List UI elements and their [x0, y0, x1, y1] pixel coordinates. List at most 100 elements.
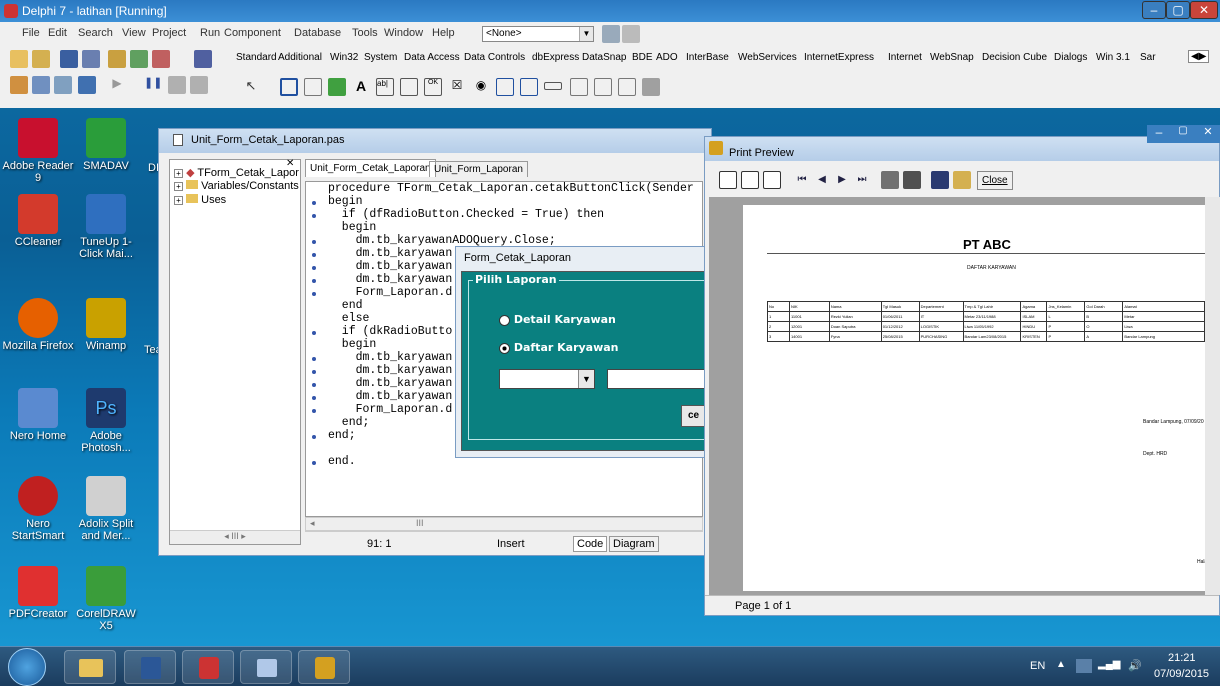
panel-icon[interactable] [618, 78, 636, 96]
radio-unchecked-icon[interactable] [499, 314, 510, 326]
desktop-icon-smadav[interactable]: SMADAV [70, 118, 142, 172]
signal-icon[interactable]: ▂▄▆ [1098, 659, 1120, 670]
preview-scroll-area[interactable]: PT ABC DAFTAR KARYAWAN No NIK Nama Tgl M… [709, 197, 1220, 595]
last-page-icon[interactable]: ⏭ [853, 171, 871, 189]
clock-date[interactable]: 07/09/2015 [1154, 668, 1209, 680]
button-icon[interactable]: OK [424, 78, 442, 96]
step-over-icon[interactable] [190, 76, 208, 94]
label-icon[interactable]: A [352, 78, 370, 96]
tree-item[interactable]: + Variables/Constants [174, 180, 299, 192]
menu-database[interactable]: Database [294, 27, 341, 39]
tab-win31[interactable]: Win 3.1 [1096, 52, 1130, 63]
desktop-icon-firefox[interactable]: Mozilla Firefox [2, 298, 74, 352]
breakpoint-gutter-dot[interactable] [312, 461, 316, 465]
tab-unit-form-cetak-laporan[interactable]: Unit_Form_Cetak_Laporan [305, 159, 436, 177]
new-form-icon[interactable] [78, 76, 96, 94]
maximize-button[interactable]: ▢ [1166, 1, 1190, 19]
pause-icon[interactable]: ❚❚ [144, 76, 162, 94]
breakpoint-gutter-dot[interactable] [312, 383, 316, 387]
whole-page-icon[interactable] [719, 171, 737, 189]
minimize-button[interactable]: – [1147, 125, 1171, 143]
desktop-icon-adolix[interactable]: Adolix Split and Mer... [70, 476, 142, 542]
menu-file[interactable]: File [22, 27, 40, 39]
language-indicator[interactable]: EN [1030, 660, 1045, 672]
detail-karyawan-radio[interactable]: Detail Karyawan [499, 313, 616, 326]
breakpoint-gutter-dot[interactable] [312, 396, 316, 400]
minimize-button[interactable]: – [1142, 1, 1166, 19]
menu-project[interactable]: Project [152, 27, 186, 39]
page-width-icon[interactable] [741, 171, 759, 189]
desktop-icon-adobe-reader[interactable]: Adobe Reader 9 [2, 118, 74, 184]
frame-icon[interactable] [280, 78, 298, 96]
tab-dbexpress[interactable]: dbExpress [532, 52, 579, 63]
volume-icon[interactable]: 🔊 [1128, 659, 1142, 672]
tab-standard[interactable]: Standard [236, 52, 277, 63]
expand-icon[interactable]: + [174, 182, 183, 191]
save-icon[interactable] [60, 50, 78, 68]
breakpoint-gutter-dot[interactable] [312, 409, 316, 413]
view-form-icon[interactable] [32, 76, 50, 94]
tree-hscrollbar[interactable]: ◂ III ▸ [170, 530, 300, 544]
tab-bde[interactable]: BDE [632, 52, 653, 63]
breakpoint-gutter-dot[interactable] [312, 279, 316, 283]
radiogroup-icon[interactable] [594, 78, 612, 96]
zoom-100-icon[interactable] [763, 171, 781, 189]
maximize-button[interactable]: ▢ [1171, 125, 1195, 143]
open-report-icon[interactable] [953, 171, 971, 189]
tab-samples[interactable]: Sar [1140, 52, 1156, 63]
close-button[interactable]: ✕ [1190, 1, 1218, 19]
show-hidden-icons-icon[interactable]: ▲ [1056, 659, 1066, 670]
listbox-icon[interactable] [496, 78, 514, 96]
taskbar-word-button[interactable] [124, 650, 176, 684]
print-icon[interactable] [903, 171, 921, 189]
breakpoint-gutter-dot[interactable] [312, 292, 316, 296]
menu-window[interactable]: Window [384, 27, 423, 39]
first-page-icon[interactable]: ⏮ [793, 171, 811, 189]
breakpoint-gutter-dot[interactable] [312, 357, 316, 361]
tab-webservices[interactable]: WebServices [738, 52, 797, 63]
tab-system[interactable]: System [364, 52, 397, 63]
menu-run[interactable]: Run [200, 27, 220, 39]
palette-scroll-icon[interactable]: ◀▶ [1188, 50, 1210, 63]
menu-edit[interactable]: Edit [48, 27, 67, 39]
desktop-combo[interactable]: <None> ▼ [482, 26, 594, 42]
tab-diagram[interactable]: Diagram [609, 536, 659, 552]
desktop-icon-winamp[interactable]: Winamp [70, 298, 142, 352]
desktop-icon-photoshop[interactable]: Ps Adobe Photosh... [70, 388, 142, 454]
expand-icon[interactable]: + [174, 196, 183, 205]
vertical-scrollbar[interactable] [1205, 197, 1220, 595]
edit-icon[interactable]: ab| [376, 78, 394, 96]
taskbar-delphi-button[interactable] [182, 650, 234, 684]
filter-combobox[interactable]: ▼ [499, 369, 595, 389]
radio-checked-icon[interactable] [499, 342, 510, 354]
breakpoint-gutter-dot[interactable] [312, 331, 316, 335]
tab-dialogs[interactable]: Dialogs [1054, 52, 1087, 63]
main-menu-icon[interactable] [304, 78, 322, 96]
tab-code[interactable]: Code [573, 536, 608, 552]
breakpoint-gutter-dot[interactable] [312, 370, 316, 374]
help-icon[interactable] [194, 50, 212, 68]
tab-decision-cube[interactable]: Decision Cube [982, 52, 1047, 63]
tab-win32[interactable]: Win32 [330, 52, 358, 63]
tree-item[interactable]: + ◆ TForm_Cetak_Lapor [174, 166, 299, 179]
printer-setup-icon[interactable] [881, 171, 899, 189]
taskbar-form-button[interactable] [240, 650, 292, 684]
menu-help[interactable]: Help [432, 27, 455, 39]
save-all-icon[interactable] [82, 50, 100, 68]
popup-menu-icon[interactable] [328, 78, 346, 96]
view-unit-icon[interactable] [10, 76, 28, 94]
filter-input[interactable] [607, 369, 707, 389]
breakpoint-gutter-dot[interactable] [312, 240, 316, 244]
pointer-icon[interactable]: ↖ [242, 78, 260, 96]
expand-icon[interactable]: + [174, 169, 183, 178]
tab-internet[interactable]: Internet [888, 52, 922, 63]
tab-additional[interactable]: Additional [278, 52, 322, 63]
new-icon[interactable] [10, 50, 28, 68]
breakpoint-gutter-dot[interactable] [312, 266, 316, 270]
tab-internetexpress[interactable]: InternetExpress [804, 52, 874, 63]
set-debug-desktop-icon[interactable] [622, 25, 640, 43]
taskbar-delphi-debug-button[interactable] [298, 650, 350, 684]
breakpoint-gutter-dot[interactable] [312, 435, 316, 439]
tab-ado[interactable]: ADO [656, 52, 678, 63]
run-icon[interactable]: ▶ [108, 76, 126, 94]
